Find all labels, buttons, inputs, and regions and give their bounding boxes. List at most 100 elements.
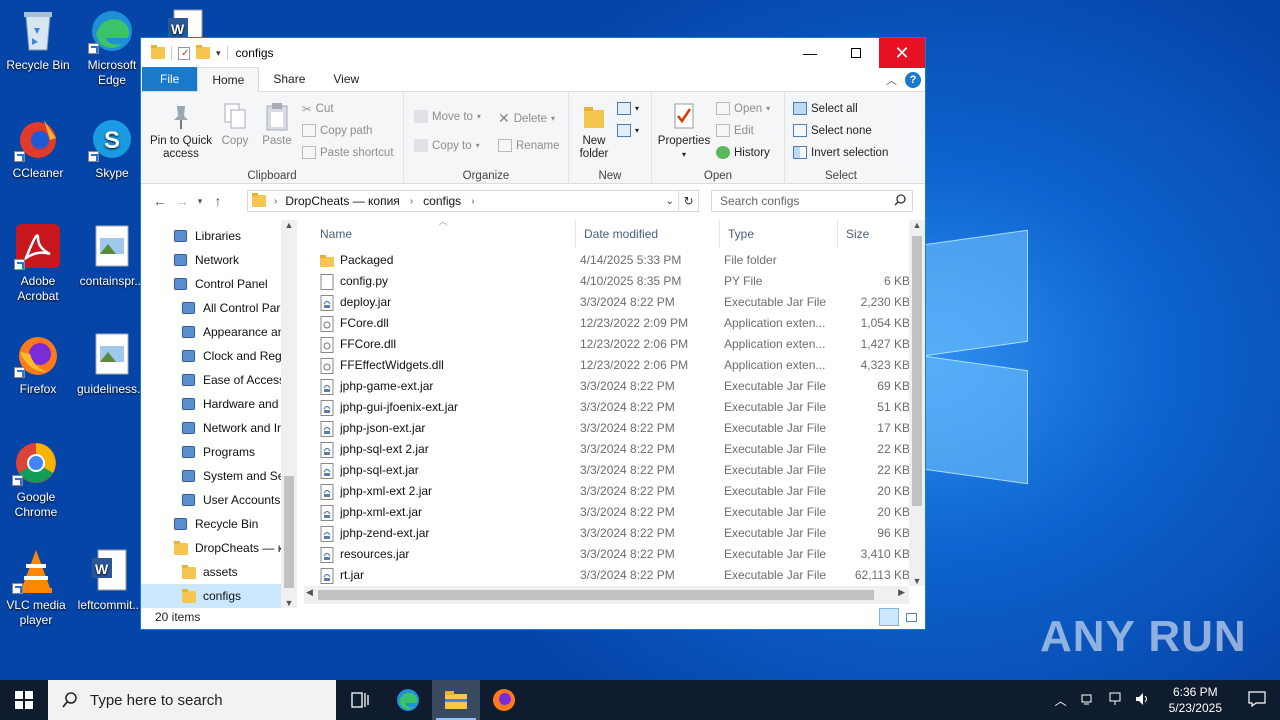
ethernet-icon[interactable] xyxy=(1101,692,1129,709)
select-none-button[interactable]: Select none xyxy=(793,124,872,137)
clock[interactable]: 6:36 PM 5/23/2025 xyxy=(1157,684,1234,716)
file-row[interactable]: jphp-xml-ext 2.jar 3/3/2024 8:22 PM Execut… xyxy=(304,481,912,502)
copy-button[interactable]: Copy xyxy=(219,102,251,148)
nav-item-appearance-an[interactable]: Appearance an xyxy=(181,320,284,344)
taskbar-explorer-button[interactable] xyxy=(432,680,480,720)
desktop-icon-word-doc-top[interactable]: W xyxy=(150,8,222,40)
nav-item-dropcheats[interactable]: DropCheats — к xyxy=(173,536,283,560)
notifications-icon[interactable] xyxy=(1234,690,1280,710)
column-size[interactable]: Size xyxy=(838,220,910,248)
nav-item-libraries[interactable]: Libraries xyxy=(173,224,241,248)
nav-item-clock-and-regi[interactable]: Clock and Regi xyxy=(181,344,284,368)
copy-to-button[interactable]: Copy to ▾ xyxy=(414,139,480,152)
open-button[interactable]: Open ▾ xyxy=(716,102,770,115)
task-view-button[interactable] xyxy=(336,680,384,720)
back-arrow-icon[interactable]: ← xyxy=(149,193,171,209)
nav-item-system-and-se[interactable]: System and Se xyxy=(181,464,284,488)
tab-file[interactable]: File xyxy=(142,67,198,91)
volume-icon[interactable] xyxy=(1129,692,1157,709)
pin-quick-access-button[interactable]: Pin to Quick access xyxy=(147,102,215,161)
search-box[interactable]: Search configs xyxy=(711,190,913,212)
file-row[interactable]: jphp-game-ext.jar 3/3/2024 8:22 PM Executa… xyxy=(304,376,912,397)
file-row[interactable]: FFEffectWidgets.dll 12/23/2022 2:06 PM App… xyxy=(304,355,912,376)
edit-button[interactable]: Edit xyxy=(716,124,754,137)
history-button[interactable]: History xyxy=(716,146,770,159)
tab-share[interactable]: Share xyxy=(259,67,319,91)
details-view-icon[interactable] xyxy=(879,608,899,626)
file-row[interactable]: jphp-xml-ext.jar 3/3/2024 8:22 PM Executab… xyxy=(304,502,912,523)
select-all-button[interactable]: Select all xyxy=(793,102,858,115)
desktop-icon-chrome[interactable]: Google Chrome xyxy=(0,440,72,520)
refresh-icon[interactable]: ↻ xyxy=(678,191,698,211)
paste-shortcut-button[interactable]: Paste shortcut xyxy=(302,146,394,159)
address-dropdown-icon[interactable]: ⌄ xyxy=(666,196,678,207)
nav-item-user-accounts[interactable]: User Accounts xyxy=(181,488,280,512)
large-icons-view-icon[interactable] xyxy=(901,608,921,626)
recent-locations-icon[interactable]: ▾ xyxy=(193,196,207,207)
file-row[interactable]: jphp-sql-ext 2.jar 3/3/2024 8:22 PM Execut… xyxy=(304,439,912,460)
desktop-icon-leftcommit[interactable]: W leftcommit... xyxy=(74,548,146,613)
taskbar-firefox-button[interactable] xyxy=(480,680,528,720)
cut-button[interactable]: ✂ Cut xyxy=(302,102,334,116)
desktop-icon-skype[interactable]: S Skype xyxy=(76,116,148,181)
nav-item-programs[interactable]: Programs xyxy=(181,440,255,464)
desktop-icon-firefox[interactable]: Firefox xyxy=(2,332,74,397)
file-list-vscrollbar[interactable]: ▲ ▼ xyxy=(909,220,925,586)
title-bar[interactable]: ✓ ▾ configs — ✕ xyxy=(141,38,925,68)
new-folder-qat-icon[interactable] xyxy=(196,45,210,59)
minimize-button[interactable]: — xyxy=(787,38,833,68)
desktop-icon-vlc[interactable]: VLC media player xyxy=(0,548,72,628)
paste-button[interactable]: Paste xyxy=(259,102,295,148)
nav-item-ease-of-access[interactable]: Ease of Access xyxy=(181,368,285,392)
taskbar-edge-button[interactable] xyxy=(384,680,432,720)
copy-path-button[interactable]: Copy path xyxy=(302,124,372,137)
taskbar-search[interactable]: Type here to search xyxy=(48,680,336,720)
close-button[interactable]: ✕ xyxy=(879,38,925,68)
file-row[interactable]: jphp-zend-ext.jar 3/3/2024 8:22 PM Executa… xyxy=(304,523,912,544)
nav-item-all-control-par[interactable]: All Control Par xyxy=(181,296,280,320)
nav-item-assets[interactable]: assets xyxy=(181,560,238,584)
collapse-ribbon-icon[interactable]: ︿ xyxy=(886,72,897,88)
file-list-hscrollbar[interactable]: ◀ ▶ xyxy=(304,586,909,604)
column-name[interactable]: Name xyxy=(312,220,576,248)
move-to-button[interactable]: Move to ▾ xyxy=(414,110,481,123)
nav-item-network-and-ir[interactable]: Network and Ir xyxy=(181,416,281,440)
new-folder-button[interactable]: New folder xyxy=(573,102,615,161)
properties-button[interactable]: Properties ▾ xyxy=(656,102,712,161)
maximize-button[interactable] xyxy=(833,38,879,68)
file-row[interactable]: FFCore.dll 12/23/2022 2:06 PM Application … xyxy=(304,334,912,355)
breadcrumb-configs[interactable]: configs xyxy=(423,194,461,208)
forward-arrow-icon[interactable]: → xyxy=(171,193,193,209)
nav-item-hardware-and[interactable]: Hardware and xyxy=(181,392,278,416)
file-row[interactable]: jphp-gui-jfoenix-ext.jar 3/3/2024 8:22 PM… xyxy=(304,397,912,418)
breadcrumb-dropcheats[interactable]: DropCheats — копия xyxy=(285,194,399,208)
qat-dropdown-icon[interactable]: ▾ xyxy=(216,48,221,59)
up-arrow-icon[interactable]: ↑ xyxy=(207,193,229,209)
rename-button[interactable]: Rename xyxy=(498,139,559,152)
show-hidden-icons-icon[interactable]: ︿ xyxy=(1047,692,1075,709)
file-row[interactable]: deploy.jar 3/3/2024 8:22 PM Executable Jar… xyxy=(304,292,912,313)
delete-button[interactable]: ✕ Delete ▾ xyxy=(498,110,555,127)
new-item-button[interactable]: ▾ xyxy=(617,102,639,115)
nav-item-recycle-bin[interactable]: Recycle Bin xyxy=(173,512,258,536)
network-status-icon[interactable] xyxy=(1075,692,1101,709)
file-row[interactable]: jphp-sql-ext.jar 3/3/2024 8:22 PM Executab… xyxy=(304,460,912,481)
tab-home[interactable]: Home xyxy=(197,67,260,92)
desktop-icon-acrobat[interactable]: Adobe Acrobat xyxy=(2,224,74,304)
desktop-icon-guideliness[interactable]: guideliness... xyxy=(76,332,148,397)
file-row[interactable]: config.py 4/10/2025 8:35 PM PY File 6 KB xyxy=(304,271,912,292)
tab-view[interactable]: View xyxy=(319,67,373,91)
file-row[interactable]: rt.jar 3/3/2024 8:22 PM Executable Jar Fil… xyxy=(304,565,912,586)
column-date-modified[interactable]: Date modified xyxy=(576,220,720,248)
start-button[interactable] xyxy=(0,680,48,720)
file-row[interactable]: Packaged 4/14/2025 5:33 PM File folder xyxy=(304,250,912,271)
desktop-icon-ccleaner[interactable]: CCleaner xyxy=(2,116,74,181)
easy-access-button[interactable]: ▾ xyxy=(617,124,639,137)
nav-pane-scrollbar[interactable]: ▲ ▼ xyxy=(281,220,297,608)
desktop-icon-containspr[interactable]: containspr... xyxy=(76,224,148,289)
help-icon[interactable]: ? xyxy=(905,72,921,88)
properties-check-icon[interactable]: ✓ xyxy=(178,46,190,60)
file-row[interactable]: resources.jar 3/3/2024 8:22 PM Executable … xyxy=(304,544,912,565)
desktop-icon-recycle-bin[interactable]: Recycle Bin xyxy=(2,8,74,73)
column-type[interactable]: Type xyxy=(720,220,838,248)
